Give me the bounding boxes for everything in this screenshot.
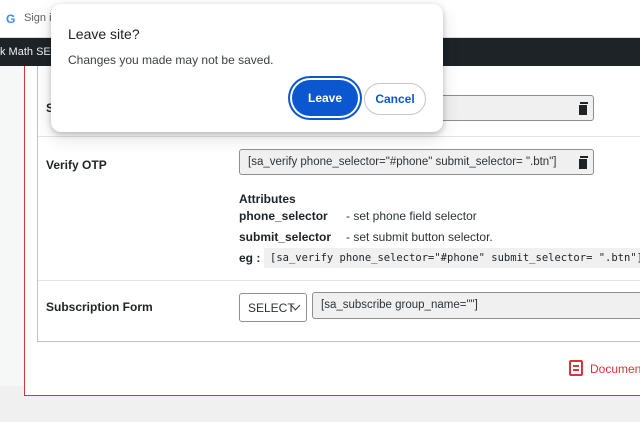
- example-label: eg :: [239, 251, 261, 265]
- cancel-button[interactable]: Cancel: [364, 83, 426, 115]
- attribute-description: - set phone field selector: [346, 209, 477, 223]
- example-code: [sa_verify phone_selector="#phone" submi…: [264, 248, 640, 268]
- leave-button[interactable]: Leave: [292, 80, 358, 116]
- attribute-description: - set submit button selector.: [346, 230, 493, 244]
- group-select[interactable]: SELECT: [239, 293, 307, 322]
- copy-icon[interactable]: [578, 156, 588, 170]
- attribute-name: submit_selector: [239, 230, 332, 244]
- copy-icon[interactable]: [578, 102, 588, 116]
- subscription-shortcode-field[interactable]: [sa_subscribe group_name=""]: [312, 292, 640, 319]
- attribute-name: phone_selector: [239, 209, 328, 223]
- signin-text[interactable]: Sign i: [24, 12, 52, 24]
- google-icon: G: [6, 12, 16, 26]
- document-icon[interactable]: [569, 360, 583, 376]
- row-divider: [38, 280, 640, 281]
- verify-otp-label: Verify OTP: [46, 158, 107, 172]
- dialog-title: Leave site?: [68, 26, 140, 42]
- admin-sidebar-edge: [0, 66, 24, 386]
- attributes-heading: Attributes: [239, 192, 296, 206]
- leave-site-dialog: Leave site? Changes you made may not be …: [51, 4, 443, 132]
- verify-otp-shortcode-field[interactable]: [sa_verify phone_selector="#phone" submi…: [239, 149, 594, 175]
- subscription-form-label: Subscription Form: [46, 300, 153, 314]
- dialog-message: Changes you made may not be saved.: [68, 53, 274, 67]
- documentation-link[interactable]: Documen: [590, 362, 640, 376]
- row-divider: [38, 136, 640, 137]
